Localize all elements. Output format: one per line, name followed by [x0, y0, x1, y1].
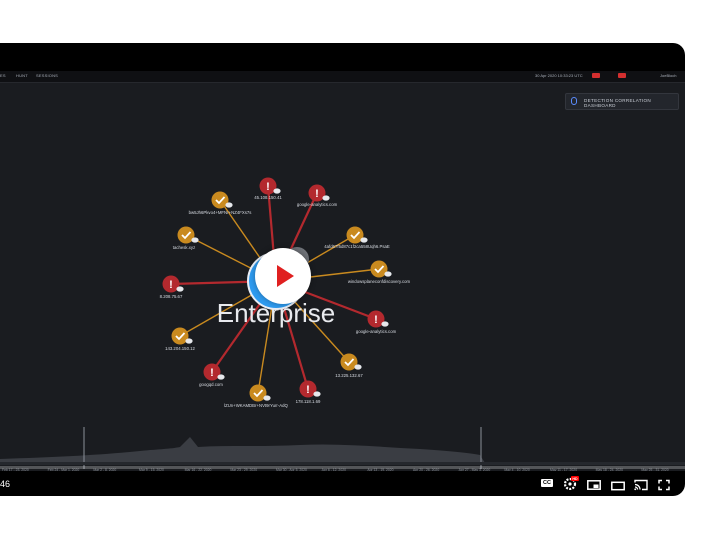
miniplayer-icon[interactable] [587, 478, 601, 492]
comment-icon [176, 286, 184, 292]
video-frame: ES HUNT SESSIONS 30 Apr 2020 10:33:23 UT… [0, 71, 685, 471]
node-label: google-analytics.com [356, 329, 397, 334]
comment-icon [191, 237, 199, 243]
graph-node[interactable]: bw5Jh6Pkvo4+MFNr+NZ4FXs7s [189, 191, 252, 216]
theater-icon[interactable] [611, 479, 625, 493]
node-label: 4afd67f5d87c1f2ca558Uqh6.PsaE [324, 244, 390, 249]
node-label: 143.204.150.12 [165, 346, 195, 351]
node-label: 8.208.75.67 [160, 294, 183, 299]
comment-icon [381, 321, 389, 327]
node-label: 13.225.132.67 [335, 373, 363, 378]
svg-text:!: ! [266, 181, 270, 193]
video-player[interactable]: ES HUNT SESSIONS 30 Apr 2020 10:33:23 UT… [0, 43, 685, 496]
graph-node[interactable]: 143.204.150.12 [165, 327, 196, 352]
node-label: windowsplaneconfdiscovery.com [348, 279, 411, 284]
graph-node[interactable]: ! 8.208.75.67 [160, 275, 184, 300]
fullscreen-icon[interactable] [658, 478, 670, 492]
graph-node[interactable]: ! googqd.com [199, 363, 225, 388]
comment-icon [360, 237, 368, 243]
play-button[interactable] [255, 248, 311, 304]
cc-icon[interactable]: CC [541, 479, 553, 487]
svg-text:!: ! [210, 367, 214, 379]
svg-text:!: ! [315, 188, 319, 200]
comment-icon [185, 338, 193, 344]
node-label: googqd.com [199, 382, 223, 387]
graph-node[interactable]: tachesk.xyz [173, 226, 199, 251]
graph-node[interactable]: windowsplaneconfdiscovery.com [348, 260, 411, 285]
comment-icon [225, 202, 233, 208]
node-label: google-analytics.com [297, 202, 338, 207]
graph-node[interactable]: 4afd67f5d87c1f2ca558Uqh6.PsaE [324, 226, 390, 250]
node-label: 45.108.150.41 [254, 195, 282, 200]
svg-text:HD: HD [572, 477, 578, 481]
node-label: bw5Jh6Pkvo4+MFNr+NZ4FXs7s [189, 210, 252, 215]
cast-icon[interactable] [634, 478, 648, 492]
comment-icon [354, 364, 362, 370]
svg-text:!: ! [169, 279, 173, 291]
comment-icon [384, 271, 392, 277]
graph-node[interactable]: ! 45.108.150.41 [254, 177, 282, 201]
play-icon [277, 265, 294, 287]
comment-icon [322, 195, 330, 201]
node-label: tachesk.xyz [173, 245, 195, 250]
settings-icon[interactable]: HD [563, 476, 579, 490]
svg-text:!: ! [374, 314, 378, 326]
comment-icon [217, 374, 225, 380]
current-time: 46 [0, 479, 11, 489]
timeline-chart[interactable]: Feb 17 - 23, 2020 Feb 24 - Mar 1, 2020 Mar… [0, 393, 685, 471]
comment-icon [273, 188, 281, 194]
progress-bar[interactable] [0, 466, 685, 469]
graph-node[interactable]: 13.225.132.67 [335, 353, 363, 379]
graph-node[interactable]: ! google-analytics.com [297, 184, 338, 208]
